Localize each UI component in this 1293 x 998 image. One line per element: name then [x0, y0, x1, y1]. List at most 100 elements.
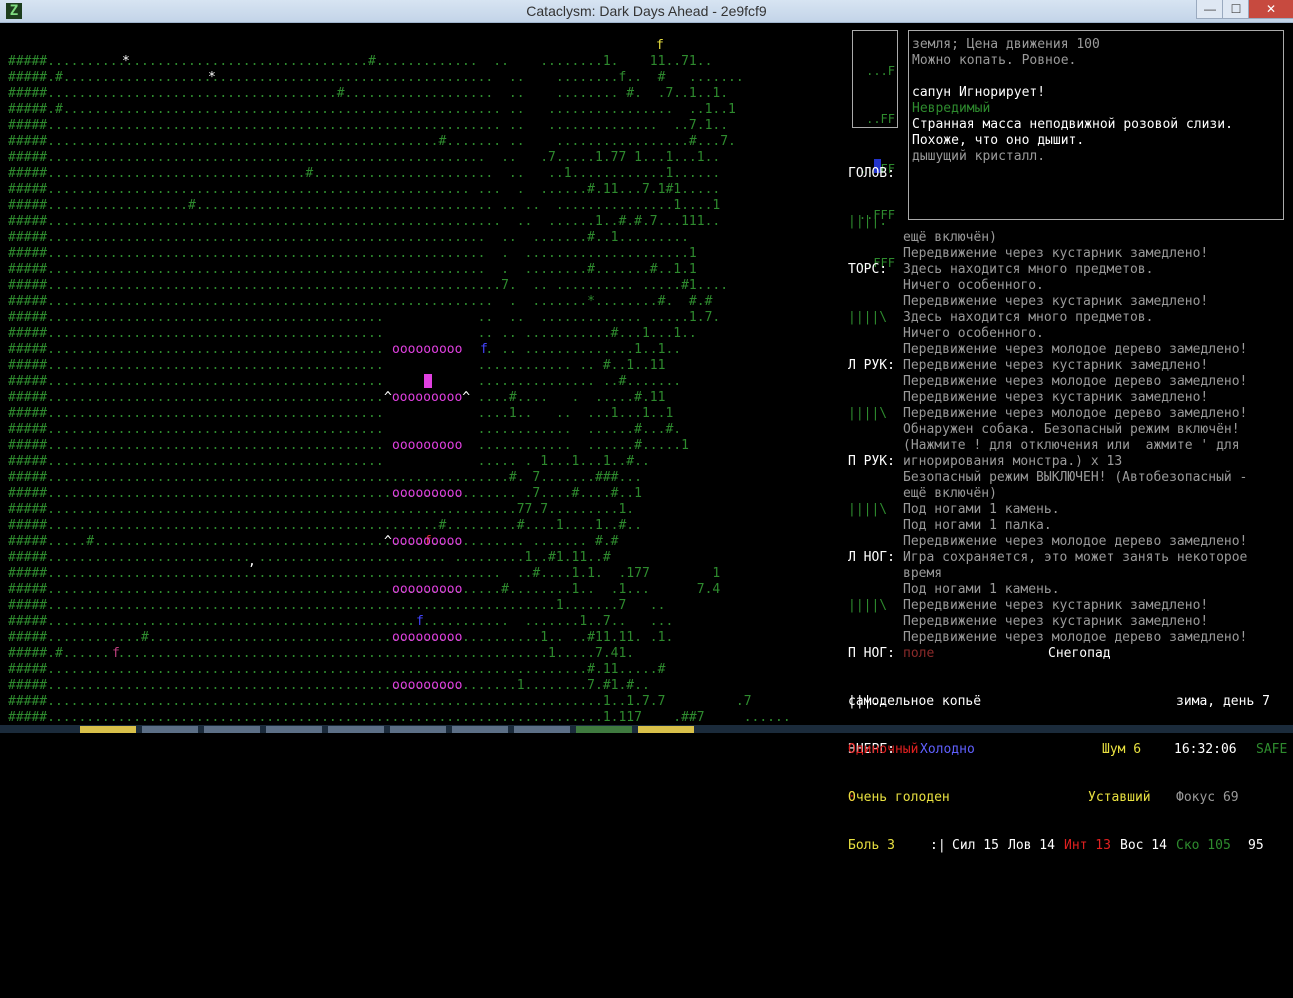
fungus-row: ooooooooo	[392, 342, 463, 357]
torso-label: ТОРС:	[848, 262, 888, 277]
look-line: земля; Цена движения 100	[912, 37, 1100, 52]
look-panel: земля; Цена движения 100 Можно копать. Ро…	[908, 30, 1284, 220]
taskbar-button[interactable]	[266, 726, 322, 733]
taskbar-button[interactable]	[576, 726, 632, 733]
strength-stat: Сил 15	[952, 838, 999, 853]
taskbar-button[interactable]	[80, 726, 136, 733]
rock-star: *	[208, 70, 216, 85]
map-row: #####..................#................…	[8, 198, 721, 213]
log-message: Под ногами 1 камень.	[903, 582, 1060, 597]
map-row: #####.#.................................…	[8, 102, 736, 117]
log-message: Игра сохраняется, это может занять некот…	[903, 550, 1248, 565]
look-line: сапун Игнорирует!	[912, 85, 1046, 100]
log-message: ещё включён)	[903, 230, 997, 245]
close-button[interactable]: ✕	[1248, 0, 1293, 19]
perception-stat: Вос 14	[1120, 838, 1167, 853]
log-message: ещё включён)	[903, 486, 997, 501]
log-message: (Нажмите ! для отключения или ажмите ' д…	[903, 438, 1240, 453]
rock-star: *	[122, 54, 130, 69]
log-message: Передвижение через молодое дерево замедл…	[903, 534, 1248, 549]
temperature: Холодно	[920, 742, 975, 757]
map-row: #####...................................…	[8, 214, 721, 229]
fatigue-status: Уставший	[1088, 790, 1151, 805]
taskbar-button[interactable]	[142, 726, 198, 733]
look-line	[912, 69, 1280, 85]
log-message: Передвижение через молодое дерево замедл…	[903, 342, 1248, 357]
log-message: Передвижение через молодое дерево замедл…	[903, 630, 1248, 645]
minimap-row: ...F	[866, 64, 895, 78]
monster-f-blue: f	[480, 342, 488, 358]
taskbar-button[interactable]	[204, 726, 260, 733]
left-arm-label: Л РУК:	[848, 358, 895, 373]
minimap: ...F ..FF .. FF ..FFF ..FFF	[852, 30, 898, 270]
moves-value: 95	[1248, 838, 1264, 853]
map-row: #####...................................…	[8, 54, 713, 69]
taskbar	[0, 725, 1293, 733]
taskbar-button[interactable]	[514, 726, 570, 733]
hunger-status: Очень голоден	[848, 790, 950, 805]
status-bar: самодельное копьё зима, день 7 Одиночный…	[848, 662, 1290, 853]
taskbar-button[interactable]	[390, 726, 446, 733]
log-message: Передвижение через кустарник замедлено!	[903, 614, 1209, 629]
focus-value: Фокус 69	[1176, 790, 1239, 805]
head-health-bar: ||||.	[848, 214, 888, 229]
intelligence-stat: Инт 13	[1064, 838, 1111, 853]
monster-f-purple: f	[112, 646, 120, 662]
speed-stat: Ско 105	[1176, 838, 1231, 853]
left-leg-label: Л НОГ:	[848, 550, 895, 565]
taskbar-button[interactable]	[452, 726, 508, 733]
log-message: Обнаружен собака. Безопасный режим включ…	[903, 422, 1240, 437]
message-log: ещё включён) Передвижение через кустарник…	[903, 230, 1287, 662]
log-message: Под ногами 1 палка.	[903, 518, 1052, 533]
fungus-row: ooooooooo	[392, 630, 463, 645]
fungus-cells: ooooooooo	[392, 486, 463, 501]
map-row: #####...................................…	[8, 86, 729, 101]
game-map[interactable]: #####...................................…	[8, 22, 840, 725]
log-message: Здесь находится много предметов.	[903, 262, 1154, 277]
fungus-row: ooooooooo	[392, 438, 463, 453]
map-row: #####.................................#.…	[8, 166, 721, 181]
head-label: ГОЛОВ:	[848, 166, 895, 181]
wielded-weapon: самодельное копьё	[848, 694, 982, 709]
taskbar-button[interactable]	[328, 726, 384, 733]
log-message: Передвижение через молодое дерево замедл…	[903, 406, 1248, 421]
log-message: Передвижение через кустарник замедлено!	[903, 246, 1209, 261]
map-row: #####...................................…	[8, 118, 729, 133]
map-row: #####...................................…	[8, 294, 713, 309]
safe-mode-indicator[interactable]: SAFE	[1256, 742, 1287, 758]
map-row: #####...................................…	[8, 262, 697, 277]
maximize-button[interactable]: ☐	[1222, 0, 1250, 19]
map-row: #####.#.................................…	[8, 70, 744, 85]
right-leg-label: П НОГ:	[848, 646, 895, 661]
fungus-row: ^ooooooooo^	[384, 390, 480, 406]
game-time: 16:32:06	[1174, 742, 1237, 757]
player-cursor	[424, 374, 432, 388]
slime-pit: ooooooooo ^ooooooooo^ ooooooooo oooooooo…	[384, 310, 480, 693]
log-message: Ничего особенного.	[903, 278, 1044, 293]
look-line: Можно копать. Ровное.	[912, 53, 1077, 68]
combat-style: Одиночный	[848, 742, 919, 757]
map-row: #####...................................…	[8, 246, 697, 261]
log-message: Передвижение через молодое дерево замедл…	[903, 374, 1248, 389]
fungus-row: ooooooooo	[384, 486, 480, 502]
noise-level: Шум 6	[1102, 742, 1142, 757]
log-message: игнорирования монстра.) x 13	[903, 454, 1123, 469]
title-bar: Z Cataclysm: Dark Days Ahead - 2e9fcf9 —…	[0, 0, 1293, 23]
right-arm-health-bar: ||||\	[848, 502, 888, 517]
map-row: #####...................................…	[8, 134, 736, 149]
minimap-row: ..FF	[866, 112, 895, 126]
minimize-button[interactable]: —	[1196, 0, 1224, 19]
weather-label: Снегопад	[1048, 646, 1111, 661]
log-message: Под ногами 1 камень.	[903, 502, 1060, 517]
season-day: зима, день 7	[1176, 694, 1270, 709]
taskbar-button[interactable]	[638, 726, 694, 733]
look-line: Странная масса неподвижной розовой слизи…	[912, 117, 1233, 132]
map-row: #####...................................…	[8, 230, 689, 245]
look-line: Похоже, что оно дышит.	[912, 133, 1085, 148]
window-title: Cataclysm: Dark Days Ahead - 2e9fcf9	[526, 3, 767, 19]
item-comma: ,	[248, 554, 256, 570]
map-row: #####...................................…	[8, 182, 721, 197]
left-leg-health-bar: ||||\	[848, 598, 888, 613]
map-row: #####...................................…	[8, 278, 729, 293]
left-arm-health-bar: ||||\	[848, 406, 888, 421]
